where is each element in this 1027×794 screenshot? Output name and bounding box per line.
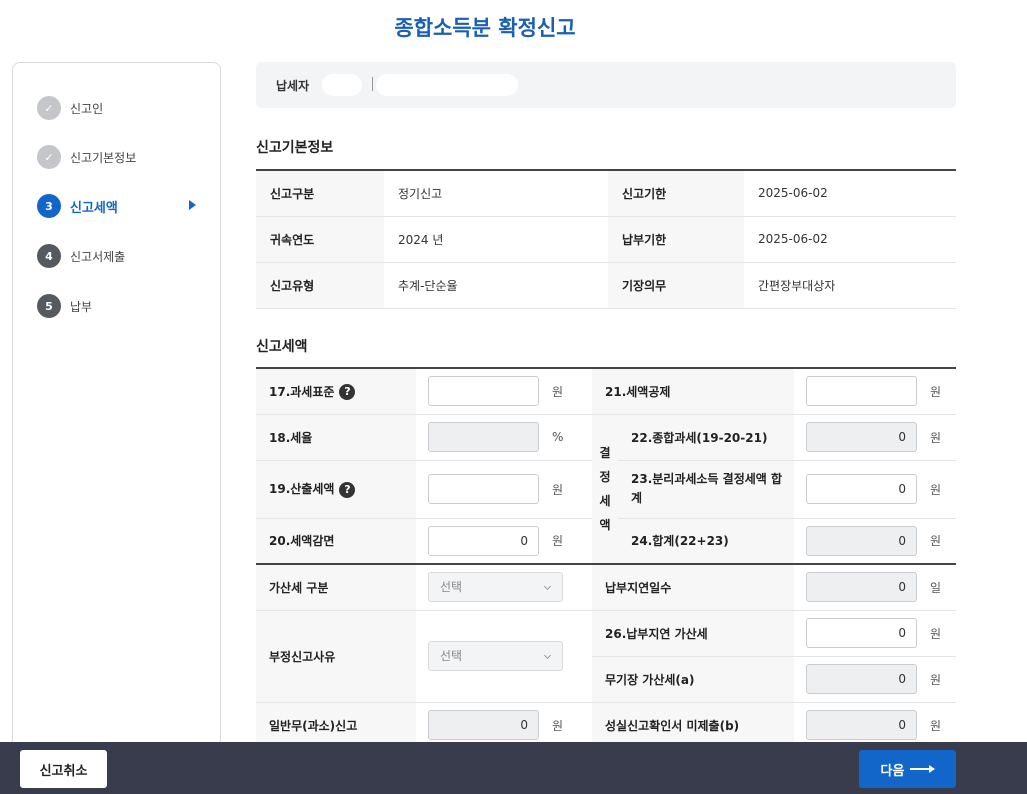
step-sidebar: ✓ 신고인 ✓ 신고기본정보 3 신고세액 4 신고서제출 5 납부 xyxy=(12,62,221,762)
unit-label: 원 xyxy=(930,384,942,399)
field-label: 무기장 가산세(a) xyxy=(592,656,795,703)
row-value: 2025-06-02 xyxy=(744,170,956,217)
step-number: 3 xyxy=(37,194,61,218)
step-2-basic-info[interactable]: ✓ 신고기본정보 xyxy=(37,144,136,170)
table-row: 신고유형 추계-단순율 기장의무 간편장부대상자 xyxy=(256,262,956,309)
unit-label: 원 xyxy=(930,718,942,733)
unit-label: 원 xyxy=(552,718,564,733)
step-1-reporter[interactable]: ✓ 신고인 xyxy=(37,95,103,121)
help-icon[interactable]: ? xyxy=(339,481,356,498)
tax-credit-input[interactable] xyxy=(806,376,918,407)
help-icon[interactable]: ? xyxy=(339,384,356,400)
field-label: 납부지연일수 xyxy=(592,563,795,611)
unit-label: 원 xyxy=(552,384,564,399)
sincere-report-penalty-field: 0 xyxy=(806,710,918,740)
separate-tax-input[interactable]: 0 xyxy=(806,474,918,504)
step-label: 신고기본정보 xyxy=(70,150,137,165)
row-key: 납부기한 xyxy=(608,216,744,263)
table-row: 가산세 구분 선택 납부지연일수 0일 xyxy=(256,563,957,611)
step-label: 신고서제출 xyxy=(70,249,126,264)
redacted-name xyxy=(322,74,362,96)
arrow-right-icon xyxy=(910,765,936,773)
chevron-down-icon xyxy=(543,583,552,591)
field-label: 21.세액공제 xyxy=(592,368,795,415)
row-key: 신고구분 xyxy=(256,170,384,217)
field-label: 가산세 구분 xyxy=(256,563,416,611)
divider xyxy=(372,77,373,91)
unit-label: 원 xyxy=(930,534,942,549)
tax-base-input[interactable] xyxy=(428,376,539,407)
table-row: 신고구분 정기신고 신고기한 2025-06-02 xyxy=(256,170,956,217)
total-tax-field: 0 xyxy=(806,525,918,556)
next-label: 다음 xyxy=(880,763,905,779)
unit-label: % xyxy=(552,430,564,444)
row-value: 정기신고 xyxy=(384,170,608,217)
field-label: 부정신고사유 xyxy=(256,610,416,703)
delay-days-field: 0 xyxy=(806,572,918,603)
step-label: 납부 xyxy=(70,299,93,314)
table-row: 귀속연도 2024 년 납부기한 2025-06-02 xyxy=(256,216,956,263)
general-under-report-field: 0 xyxy=(428,710,539,740)
step-4-submit[interactable]: 4 신고서제출 xyxy=(37,243,125,269)
table-row: 18.세율 % 결 정 세 액 22.종합과세(19-20-21) 0원 xyxy=(256,414,957,565)
row-key: 귀속연도 xyxy=(256,216,384,263)
decided-tax-group-label: 결 정 세 액 xyxy=(592,414,618,565)
field-label: 19.산출세액? xyxy=(256,460,416,519)
row-value: 2025-06-02 xyxy=(744,216,956,263)
unit-label: 원 xyxy=(930,672,942,687)
current-step-arrow-icon xyxy=(189,200,196,210)
page-title: 종합소득분 확정신고 xyxy=(394,16,576,40)
next-button[interactable]: 다음 xyxy=(859,750,956,788)
field-label: 17.과세표준? xyxy=(256,368,416,415)
late-payment-penalty-input[interactable]: 0 xyxy=(806,618,918,648)
check-icon: ✓ xyxy=(37,96,61,120)
tax-rate-field xyxy=(428,422,539,452)
row-key: 신고기한 xyxy=(608,170,744,217)
tax-amount-title: 신고세액 xyxy=(256,339,308,355)
unit-label: 원 xyxy=(930,482,942,497)
cancel-report-button[interactable]: 신고취소 xyxy=(20,750,107,788)
basic-info-table: 신고구분 정기신고 신고기한 2025-06-02 귀속연도 2024 년 납부… xyxy=(256,169,956,309)
table-row: 부정신고사유 선택 26.납부지연 가산세 0원 xyxy=(256,610,957,703)
no-bookkeeping-penalty-field: 0 xyxy=(806,664,918,694)
row-key: 신고유형 xyxy=(256,262,384,309)
unit-label: 원 xyxy=(930,430,942,445)
unit-label: 원 xyxy=(552,534,564,549)
taxpayer-label: 납세자 xyxy=(276,78,310,93)
basic-info-title: 신고기본정보 xyxy=(256,140,334,156)
comprehensive-tax-field: 0 xyxy=(806,422,918,452)
redacted-id xyxy=(376,74,518,96)
step-number: 4 xyxy=(37,244,61,268)
footer-bar: 신고취소 다음 xyxy=(0,742,1027,794)
calculated-tax-input[interactable] xyxy=(428,474,539,504)
step-5-payment[interactable]: 5 납부 xyxy=(37,293,92,319)
field-label: 24.합계(22+23) xyxy=(618,518,795,565)
field-label: 20.세액감면 xyxy=(256,518,416,565)
step-label: 신고세액 xyxy=(70,200,118,216)
penalty-type-select[interactable]: 선택 xyxy=(428,572,563,603)
field-label: 18.세율 xyxy=(256,414,416,461)
unit-label: 원 xyxy=(930,626,942,641)
step-3-tax-amount[interactable]: 3 신고세액 xyxy=(37,193,217,219)
row-value: 2024 년 xyxy=(384,216,608,263)
unit-label: 원 xyxy=(552,482,564,497)
tax-amount-table: 17.과세표준? 원 21.세액공제 원 18.세율 % 결 정 세 액 22.… xyxy=(256,367,957,749)
row-key: 기장의무 xyxy=(608,262,744,309)
field-label: 23.분리과세소득 결정세액 합계 xyxy=(618,460,795,519)
improper-reason-select[interactable]: 선택 xyxy=(428,641,563,671)
step-number: 5 xyxy=(37,294,61,318)
row-value: 간편장부대상자 xyxy=(744,262,956,309)
taxpayer-bar: 납세자 xyxy=(256,62,956,108)
step-label: 신고인 xyxy=(70,101,104,116)
field-label: 22.종합과세(19-20-21) xyxy=(618,414,795,461)
chevron-down-icon xyxy=(543,651,552,660)
unit-label: 일 xyxy=(930,580,942,595)
table-row: 17.과세표준? 원 21.세액공제 원 xyxy=(256,368,957,415)
tax-reduction-input[interactable]: 0 xyxy=(428,525,539,556)
check-icon: ✓ xyxy=(37,145,61,169)
row-value: 추계-단순율 xyxy=(384,262,608,309)
field-label: 26.납부지연 가산세 xyxy=(592,610,795,657)
